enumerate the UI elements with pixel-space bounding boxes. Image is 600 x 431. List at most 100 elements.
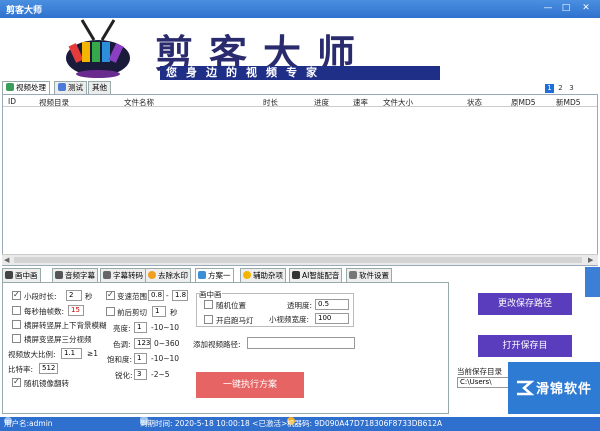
brand-mark-icon bbox=[517, 380, 534, 396]
opacity-label: 透明度: bbox=[287, 301, 313, 310]
opacity-input[interactable]: 0.5 bbox=[315, 299, 349, 310]
tv-logo-icon bbox=[66, 19, 130, 78]
watermark-icon bbox=[148, 271, 156, 279]
col-orig-md5[interactable]: 原MD5 bbox=[511, 97, 536, 108]
marquee-checkbox[interactable] bbox=[204, 315, 213, 324]
small-width-input[interactable]: 100 bbox=[315, 313, 349, 324]
bitrate-input[interactable]: 512 bbox=[39, 363, 58, 374]
tab-pip[interactable]: 画中画 bbox=[2, 268, 41, 282]
scroll-thumb[interactable] bbox=[14, 257, 582, 263]
side-handle[interactable] bbox=[585, 267, 600, 297]
sharp-input[interactable]: 3 bbox=[134, 369, 147, 380]
zoom-hint: ≥1 bbox=[87, 349, 99, 358]
speed-label: 变速范围 bbox=[117, 292, 147, 301]
sat-label: 饱和度: bbox=[107, 355, 133, 364]
add-path-label: 添加视频路径: bbox=[193, 340, 241, 349]
page-3[interactable]: 3 bbox=[567, 84, 576, 93]
random-pos-label: 随机位置 bbox=[216, 301, 246, 310]
cur-save-label: 当前保存目录 bbox=[457, 367, 502, 376]
scroll-right-icon[interactable]: ▶ bbox=[588, 256, 593, 264]
misc-icon bbox=[243, 271, 251, 279]
settings-icon bbox=[349, 271, 357, 279]
watermark-badge: 滑锦软件 bbox=[508, 362, 600, 414]
bright-input[interactable]: 1 bbox=[134, 322, 147, 333]
hue-range: 0~360 bbox=[154, 339, 180, 348]
col-new-md5[interactable]: 新MD5 bbox=[556, 97, 581, 108]
test-icon bbox=[58, 83, 66, 91]
title-bar: 剪客大师 — □ ✕ bbox=[0, 0, 600, 18]
tab-ai-dub[interactable]: AI智能配音 bbox=[289, 268, 343, 282]
table-header: ID 视频目录 文件名称 时长 进度 速率 文件大小 状态 原MD5 新MD5 bbox=[3, 95, 597, 107]
run-plan-button[interactable]: 一键执行方案 bbox=[196, 372, 304, 398]
col-name[interactable]: 文件名称 bbox=[124, 97, 154, 108]
landscape-split-checkbox[interactable] bbox=[12, 334, 21, 343]
file-table[interactable]: ID 视频目录 文件名称 时长 进度 速率 文件大小 状态 原MD5 新MD5 bbox=[2, 94, 598, 266]
speed-checkbox[interactable] bbox=[106, 290, 115, 300]
sat-input[interactable]: 1 bbox=[134, 353, 147, 364]
tab-other[interactable]: 其他 bbox=[88, 81, 111, 94]
col-rate[interactable]: 速率 bbox=[353, 97, 368, 108]
small-duration-checkbox[interactable] bbox=[12, 290, 21, 300]
page-1[interactable]: 1 bbox=[545, 84, 554, 93]
random-pos-checkbox[interactable] bbox=[204, 300, 213, 309]
tab-video-process[interactable]: 视频处理 bbox=[2, 81, 50, 94]
small-width-label: 小视频宽度: bbox=[269, 315, 310, 324]
col-dir[interactable]: 视频目录 bbox=[39, 97, 69, 108]
cut-input[interactable]: 1 bbox=[152, 306, 166, 317]
mirror-label: 随机镜像翻转 bbox=[24, 379, 69, 388]
cur-save-input[interactable]: C:\Users\ bbox=[457, 377, 509, 388]
mirror-checkbox[interactable] bbox=[12, 377, 21, 387]
banner: 剪客大师 您身边的视频专家 123 bbox=[0, 18, 600, 93]
add-path-input[interactable] bbox=[247, 337, 355, 349]
tab-audio-subtitle[interactable]: 音频字幕 bbox=[52, 268, 98, 282]
open-save-dir-button[interactable]: 打开保存目 bbox=[478, 335, 572, 357]
change-save-path-button[interactable]: 更改保存路径 bbox=[478, 293, 572, 315]
col-id[interactable]: ID bbox=[8, 97, 16, 106]
maximize-button[interactable]: □ bbox=[558, 2, 574, 15]
page-2[interactable]: 2 bbox=[556, 84, 565, 93]
landscape-blur-checkbox[interactable] bbox=[12, 320, 21, 329]
minimize-button[interactable]: — bbox=[540, 2, 556, 15]
hue-input[interactable]: 123 bbox=[134, 338, 151, 349]
watermark-text: 滑锦软件 bbox=[536, 382, 593, 397]
small-duration-input[interactable]: 2 bbox=[66, 290, 82, 301]
plan-icon bbox=[198, 271, 206, 279]
tab-misc[interactable]: 辅助杂项 bbox=[240, 268, 286, 282]
landscape-split-label: 横屏变竖屏三分视频 bbox=[24, 335, 92, 344]
bitrate-label: 比特率: bbox=[8, 365, 34, 374]
tab-subtitle-transcode[interactable]: 字幕转码 bbox=[100, 268, 146, 282]
ai-icon bbox=[292, 271, 300, 279]
scroll-left-icon[interactable]: ◀ bbox=[4, 256, 9, 264]
per-sec-label: 每秒抽帧数: bbox=[24, 307, 65, 316]
close-button[interactable]: ✕ bbox=[578, 2, 594, 15]
per-sec-checkbox[interactable] bbox=[12, 306, 21, 315]
sec-unit: 秒 bbox=[85, 292, 93, 301]
per-sec-input[interactable]: 15 bbox=[68, 305, 84, 316]
col-status[interactable]: 状态 bbox=[467, 97, 482, 108]
tab-plan-one[interactable]: 方案一 bbox=[195, 268, 234, 282]
cut-checkbox[interactable] bbox=[106, 307, 115, 316]
page-nav: 123 bbox=[545, 84, 578, 93]
col-size[interactable]: 文件大小 bbox=[383, 97, 413, 108]
landscape-blur-label: 横屏转竖屏上下背景模糊 bbox=[24, 321, 107, 330]
pip-group-title: 画中画 bbox=[199, 289, 222, 300]
sharp-label: 锐化: bbox=[115, 371, 133, 380]
zoom-label: 视频放大比例: bbox=[8, 350, 56, 359]
bright-label: 亮度: bbox=[113, 324, 131, 333]
speed-max-input[interactable]: 1.8 bbox=[172, 290, 188, 301]
tab-remove-watermark[interactable]: 去除水印 bbox=[145, 268, 191, 282]
marquee-label: 开启跑马灯 bbox=[216, 316, 254, 325]
cut-label: 前后剪切 bbox=[117, 308, 147, 317]
zoom-input[interactable]: 1.1 bbox=[61, 348, 82, 359]
status-bar: 用户名:admin 到期时间: 2020-5-18 10:00:18 <已激活>… bbox=[0, 417, 600, 431]
sharp-range: -2~5 bbox=[151, 370, 170, 379]
tab-test[interactable]: 测试 bbox=[54, 81, 87, 94]
col-duration[interactable]: 时长 bbox=[263, 97, 278, 108]
speed-min-input[interactable]: 0.8 bbox=[148, 290, 164, 301]
tab-settings[interactable]: 软件设置 bbox=[346, 268, 392, 282]
window-title: 剪客大师 bbox=[6, 6, 43, 16]
hue-label: 色调: bbox=[113, 340, 131, 349]
speed-sep: - bbox=[166, 291, 169, 300]
col-progress[interactable]: 进度 bbox=[314, 97, 329, 108]
horizontal-scrollbar[interactable]: ◀ ▶ bbox=[2, 254, 598, 265]
